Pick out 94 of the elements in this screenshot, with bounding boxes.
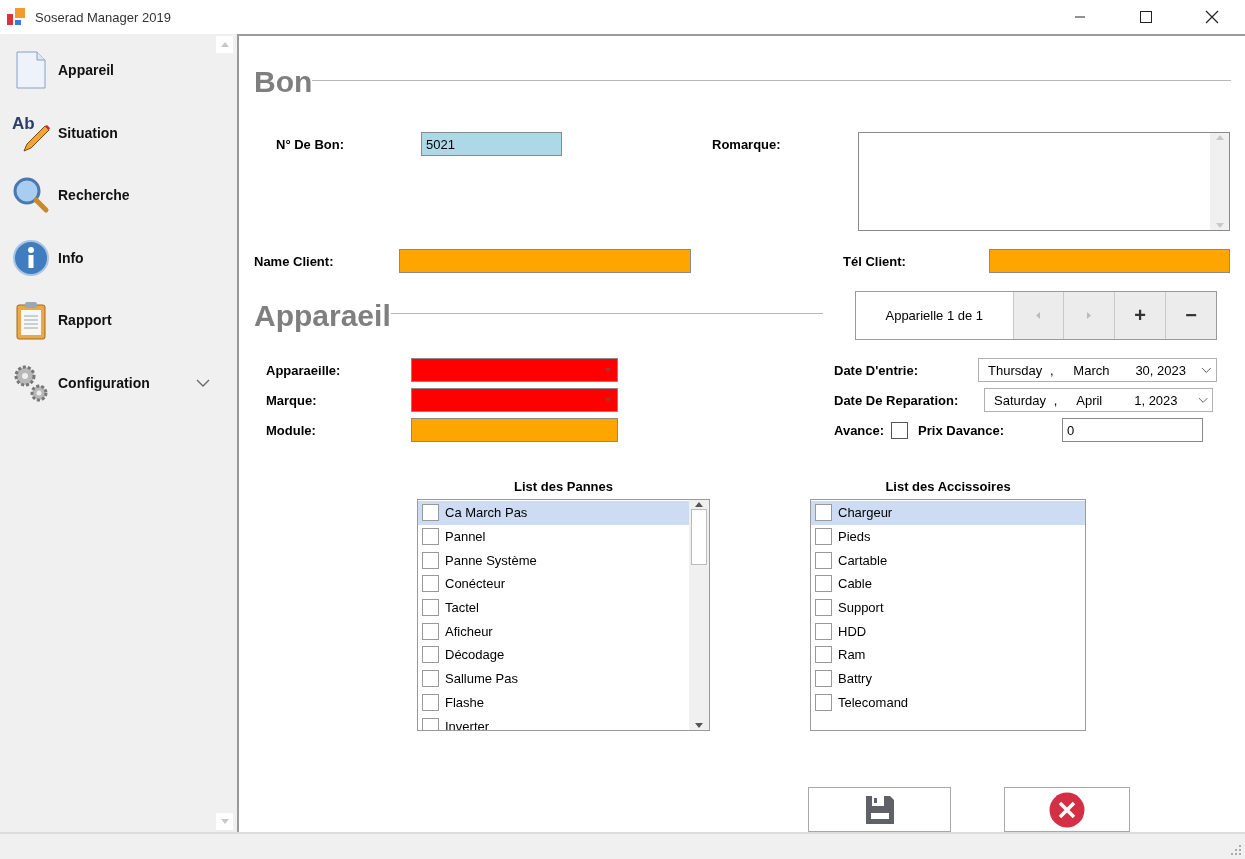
resize-grip-icon[interactable] bbox=[1231, 845, 1242, 856]
checkbox[interactable] bbox=[815, 646, 832, 664]
section-title: Apparaeil bbox=[254, 298, 391, 333]
checkbox[interactable] bbox=[422, 646, 439, 664]
field-label: Tél Client: bbox=[843, 253, 907, 269]
checklist-item[interactable]: Flashe bbox=[418, 690, 689, 715]
checkbox[interactable] bbox=[422, 693, 439, 711]
client-name-field[interactable] bbox=[399, 249, 691, 273]
advance-price-field[interactable]: 0 bbox=[1062, 418, 1204, 442]
date-picker[interactable]: Saturday , April 1, 2023 bbox=[984, 388, 1213, 412]
checkbox[interactable] bbox=[422, 599, 439, 617]
sidebar-item[interactable]: Recherche bbox=[0, 164, 216, 227]
checkbox[interactable] bbox=[815, 670, 832, 688]
checkbox[interactable] bbox=[815, 575, 832, 593]
checklist-item[interactable]: Inverter bbox=[418, 714, 689, 730]
date-picker[interactable]: Thursday , March 30, 2023 bbox=[978, 358, 1217, 382]
sidebar-item[interactable]: Configuration bbox=[0, 351, 216, 414]
checkbox[interactable] bbox=[815, 504, 832, 522]
checklist-item[interactable]: Aficheur bbox=[418, 619, 689, 644]
checkbox[interactable] bbox=[422, 622, 439, 640]
right-arrow-icon bbox=[1087, 312, 1092, 319]
bon-number-field[interactable]: 5021 bbox=[421, 132, 562, 156]
checklist-item[interactable]: Ca March Pas bbox=[418, 501, 689, 525]
checkbox[interactable] bbox=[422, 551, 439, 569]
sidebar-item[interactable]: Ab Situation bbox=[0, 101, 216, 164]
maximize-icon[interactable] bbox=[1140, 11, 1152, 23]
list-title: List des Pannes bbox=[513, 479, 614, 494]
checklist-item[interactable]: Cartable bbox=[811, 548, 1085, 573]
checkbox[interactable] bbox=[815, 551, 832, 569]
checklist-item[interactable]: HDD bbox=[811, 619, 1085, 644]
field-label: Prix Davance: bbox=[918, 422, 1006, 438]
checklist-item[interactable]: Battry bbox=[811, 666, 1085, 691]
dropdown-field[interactable] bbox=[411, 388, 618, 412]
close-icon[interactable] bbox=[1205, 10, 1219, 24]
checklist-item[interactable]: Conécteur bbox=[418, 572, 689, 596]
left-arrow-icon bbox=[1036, 312, 1041, 319]
checkbox[interactable] bbox=[815, 622, 832, 640]
sidebar-item[interactable]: Rapport bbox=[0, 289, 216, 352]
text-field[interactable] bbox=[411, 418, 618, 442]
scrollbar[interactable] bbox=[689, 500, 709, 730]
checklist-item[interactable]: Sallume Pas bbox=[418, 666, 689, 691]
checklist-item[interactable]: Panne Système bbox=[418, 548, 689, 573]
checklist-item[interactable]: Support bbox=[811, 595, 1085, 620]
checklist-item[interactable]: Tactel bbox=[418, 595, 689, 620]
checkbox[interactable] bbox=[422, 504, 439, 522]
sidebar-item[interactable]: Info bbox=[0, 226, 216, 289]
avance-checkbox[interactable] bbox=[891, 422, 909, 439]
previous-button[interactable] bbox=[1012, 292, 1064, 339]
next-button[interactable] bbox=[1063, 292, 1115, 339]
field-label: Marque: bbox=[266, 392, 318, 408]
window-title: Soserad Manager 2019 bbox=[35, 9, 172, 25]
checkbox[interactable] bbox=[422, 717, 439, 730]
save-button[interactable] bbox=[808, 787, 951, 832]
remove-button[interactable]: − bbox=[1165, 292, 1216, 339]
chevron-icon bbox=[196, 378, 210, 387]
field-label: Module: bbox=[266, 422, 317, 438]
scroll-thumb[interactable] bbox=[691, 509, 707, 565]
navigator-label: Apparielle 1 de 1 bbox=[884, 307, 985, 325]
chevron-icon bbox=[1197, 396, 1208, 404]
app-logo-icon bbox=[7, 8, 27, 26]
list-title: List des Accissoires bbox=[884, 479, 1012, 494]
checklist-item[interactable]: Décodage bbox=[418, 643, 689, 667]
checklist-item[interactable]: Pieds bbox=[811, 524, 1085, 549]
checkbox[interactable] bbox=[815, 599, 832, 617]
checkbox[interactable] bbox=[815, 693, 832, 711]
field-label: N° De Bon: bbox=[276, 136, 346, 152]
checkbox[interactable] bbox=[422, 575, 439, 593]
field-label: Apparaeille: bbox=[266, 362, 342, 378]
magnifier-icon bbox=[12, 175, 50, 216]
save-icon bbox=[864, 794, 895, 825]
checklist-item[interactable]: Chargeur bbox=[811, 501, 1085, 525]
checkbox[interactable] bbox=[815, 528, 832, 546]
checklist-item[interactable]: Cable bbox=[811, 572, 1085, 596]
close-icon bbox=[1049, 791, 1085, 828]
scroll-down-icon[interactable] bbox=[695, 723, 703, 728]
field-label: Avance: bbox=[834, 422, 885, 438]
checkbox[interactable] bbox=[422, 528, 439, 546]
sidebar-item[interactable]: Appareil bbox=[0, 39, 216, 102]
add-button[interactable]: + bbox=[1114, 292, 1166, 339]
chevron-icon bbox=[1201, 366, 1212, 374]
info-icon bbox=[12, 237, 50, 278]
checkbox[interactable] bbox=[422, 670, 439, 688]
checklist-item[interactable]: Telecomand bbox=[811, 690, 1085, 715]
checklist-item[interactable]: Pannel bbox=[418, 524, 689, 549]
field-label: Date D'entrie: bbox=[834, 362, 919, 378]
cancel-button[interactable] bbox=[1004, 787, 1130, 832]
field-label: Romarque: bbox=[712, 136, 782, 152]
checklist-item[interactable]: Ram bbox=[811, 643, 1085, 667]
dropdown-field[interactable] bbox=[411, 358, 618, 382]
field-label: Date De Reparation: bbox=[834, 392, 960, 408]
field-label: Name Client: bbox=[254, 253, 335, 269]
client-phone-field[interactable] bbox=[989, 249, 1230, 273]
scroll-up-icon[interactable] bbox=[695, 502, 703, 507]
section-title: Bon bbox=[254, 65, 313, 99]
